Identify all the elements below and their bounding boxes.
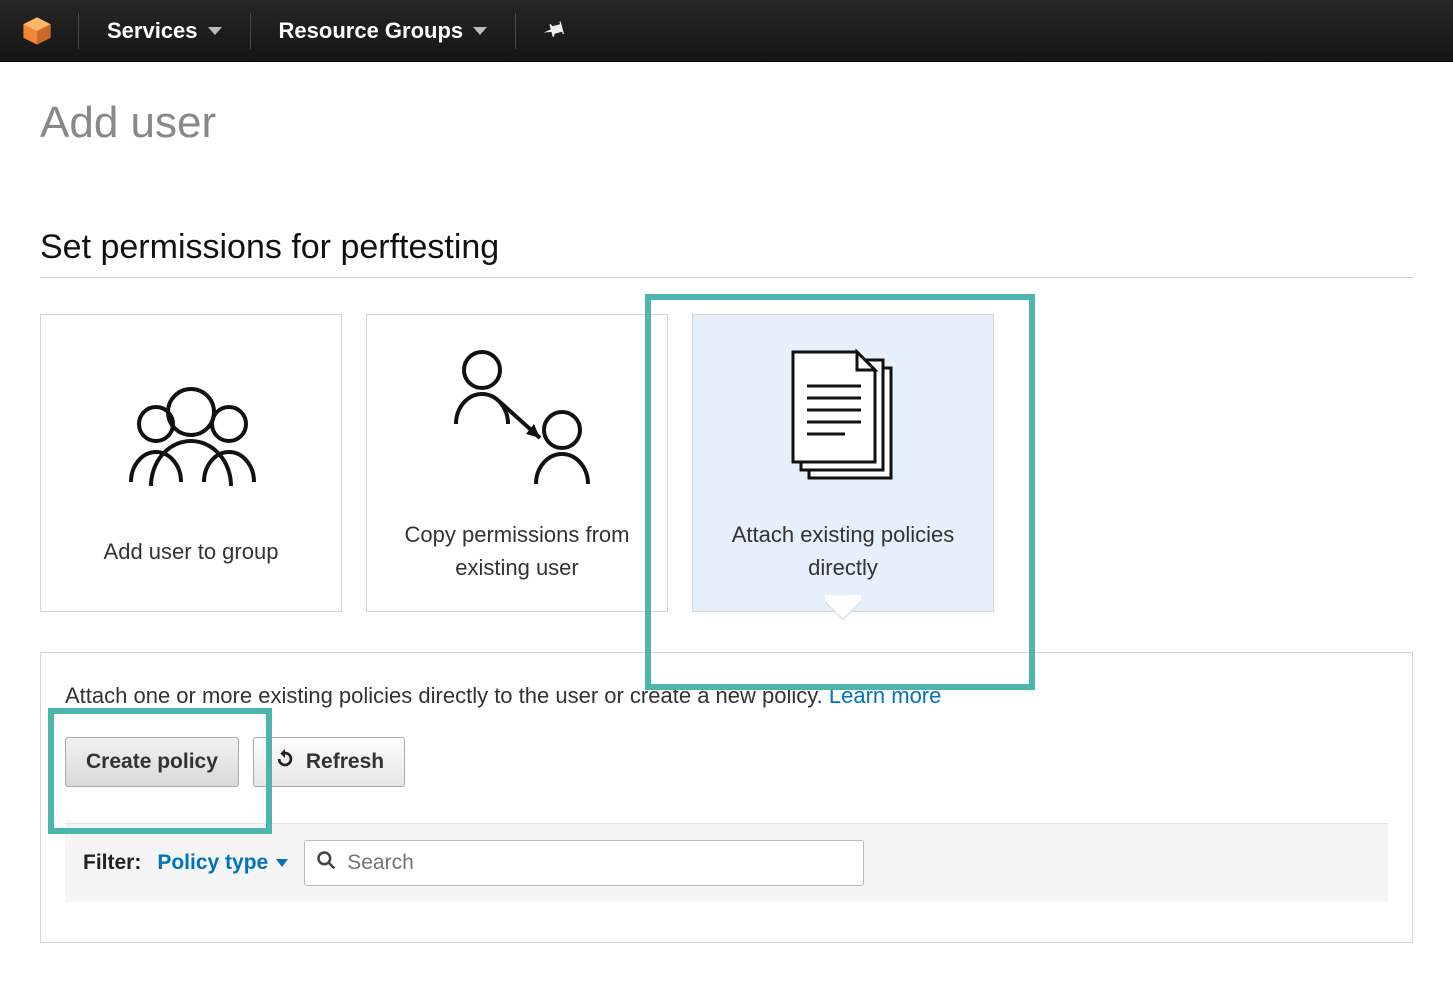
- nav-resource-groups[interactable]: Resource Groups: [269, 18, 498, 44]
- selected-notch: [825, 595, 861, 631]
- panel-description-text: Attach one or more existing policies dir…: [65, 683, 829, 708]
- card-attach-policies[interactable]: Attach existing policies directly: [692, 314, 994, 612]
- section-title: Set permissions for perftesting: [40, 228, 1413, 278]
- aws-logo[interactable]: [14, 14, 60, 48]
- search-icon: [316, 850, 336, 876]
- nav-separator: [515, 13, 516, 49]
- refresh-icon: [274, 748, 296, 776]
- card-copy-permissions[interactable]: Copy permissions from existing user: [366, 314, 668, 612]
- chevron-down-icon: [473, 27, 487, 35]
- cube-icon: [20, 14, 54, 48]
- panel-description: Attach one or more existing policies dir…: [65, 683, 1388, 709]
- page-content: Add user Set permissions for perftesting…: [0, 62, 1453, 967]
- search-input[interactable]: [304, 840, 864, 886]
- card-label: Attach existing policies directly: [693, 518, 993, 584]
- policy-panel: Attach one or more existing policies dir…: [40, 652, 1413, 943]
- page-title: Add user: [40, 98, 1413, 148]
- nav-resource-groups-label: Resource Groups: [279, 18, 464, 44]
- filter-label: Filter:: [83, 851, 141, 875]
- chevron-down-icon: [208, 27, 222, 35]
- nav-services-label: Services: [107, 18, 198, 44]
- search-wrap: [304, 840, 864, 886]
- card-label: Add user to group: [86, 535, 297, 568]
- filter-dropdown-label: Policy type: [157, 851, 268, 875]
- nav-services[interactable]: Services: [97, 18, 232, 44]
- group-icon: [101, 359, 281, 509]
- pin-icon[interactable]: [530, 9, 577, 52]
- filter-bar: Filter: Policy type: [65, 823, 1388, 902]
- nav-separator: [78, 13, 79, 49]
- button-row: Create policy Refresh: [65, 737, 1388, 787]
- chevron-down-icon: [276, 859, 288, 867]
- learn-more-link[interactable]: Learn more: [829, 683, 942, 708]
- refresh-button[interactable]: Refresh: [253, 737, 405, 787]
- top-navbar: Services Resource Groups: [0, 0, 1453, 62]
- card-label: Copy permissions from existing user: [367, 518, 667, 584]
- create-policy-label: Create policy: [86, 750, 218, 774]
- card-add-user-to-group[interactable]: Add user to group: [40, 314, 342, 612]
- document-stack-icon: [773, 342, 913, 492]
- copy-user-icon: [422, 342, 612, 492]
- nav-separator: [250, 13, 251, 49]
- filter-policy-type-dropdown[interactable]: Policy type: [157, 851, 288, 875]
- refresh-label: Refresh: [306, 750, 384, 774]
- create-policy-button[interactable]: Create policy: [65, 737, 239, 787]
- permission-cards: Add user to group Copy permissions from …: [40, 314, 1413, 612]
